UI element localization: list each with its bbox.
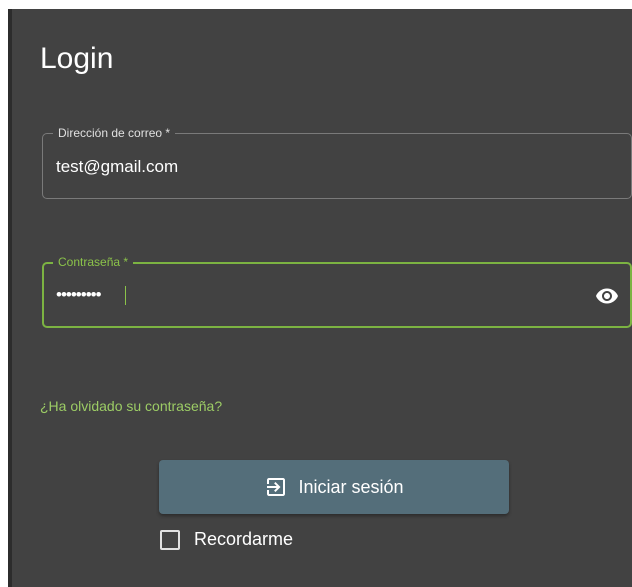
login-icon <box>264 475 288 499</box>
password-field[interactable]: Contraseña * ••••••••• <box>42 254 632 328</box>
email-input[interactable] <box>56 156 556 178</box>
email-field[interactable]: Dirección de correo * <box>42 125 632 199</box>
forgot-password-link[interactable]: ¿Ha olvidado su contraseña? <box>40 398 222 414</box>
remember-me-checkbox[interactable] <box>160 529 180 550</box>
remember-me[interactable]: Recordarme <box>160 529 293 550</box>
eye-icon[interactable] <box>595 284 619 308</box>
panel-left-edge <box>8 9 12 587</box>
page-title: Login <box>40 42 114 75</box>
password-input[interactable]: ••••••••• <box>56 284 136 306</box>
login-button[interactable]: Iniciar sesión <box>159 460 509 514</box>
login-panel: Login Dirección de correo * Contraseña *… <box>8 9 632 587</box>
password-field-label: Contraseña * <box>53 254 134 270</box>
text-caret <box>125 286 126 305</box>
remember-me-label: Recordarme <box>194 529 294 549</box>
email-field-label: Dirección de correo * <box>53 125 176 141</box>
login-button-label: Iniciar sesión <box>298 476 404 497</box>
